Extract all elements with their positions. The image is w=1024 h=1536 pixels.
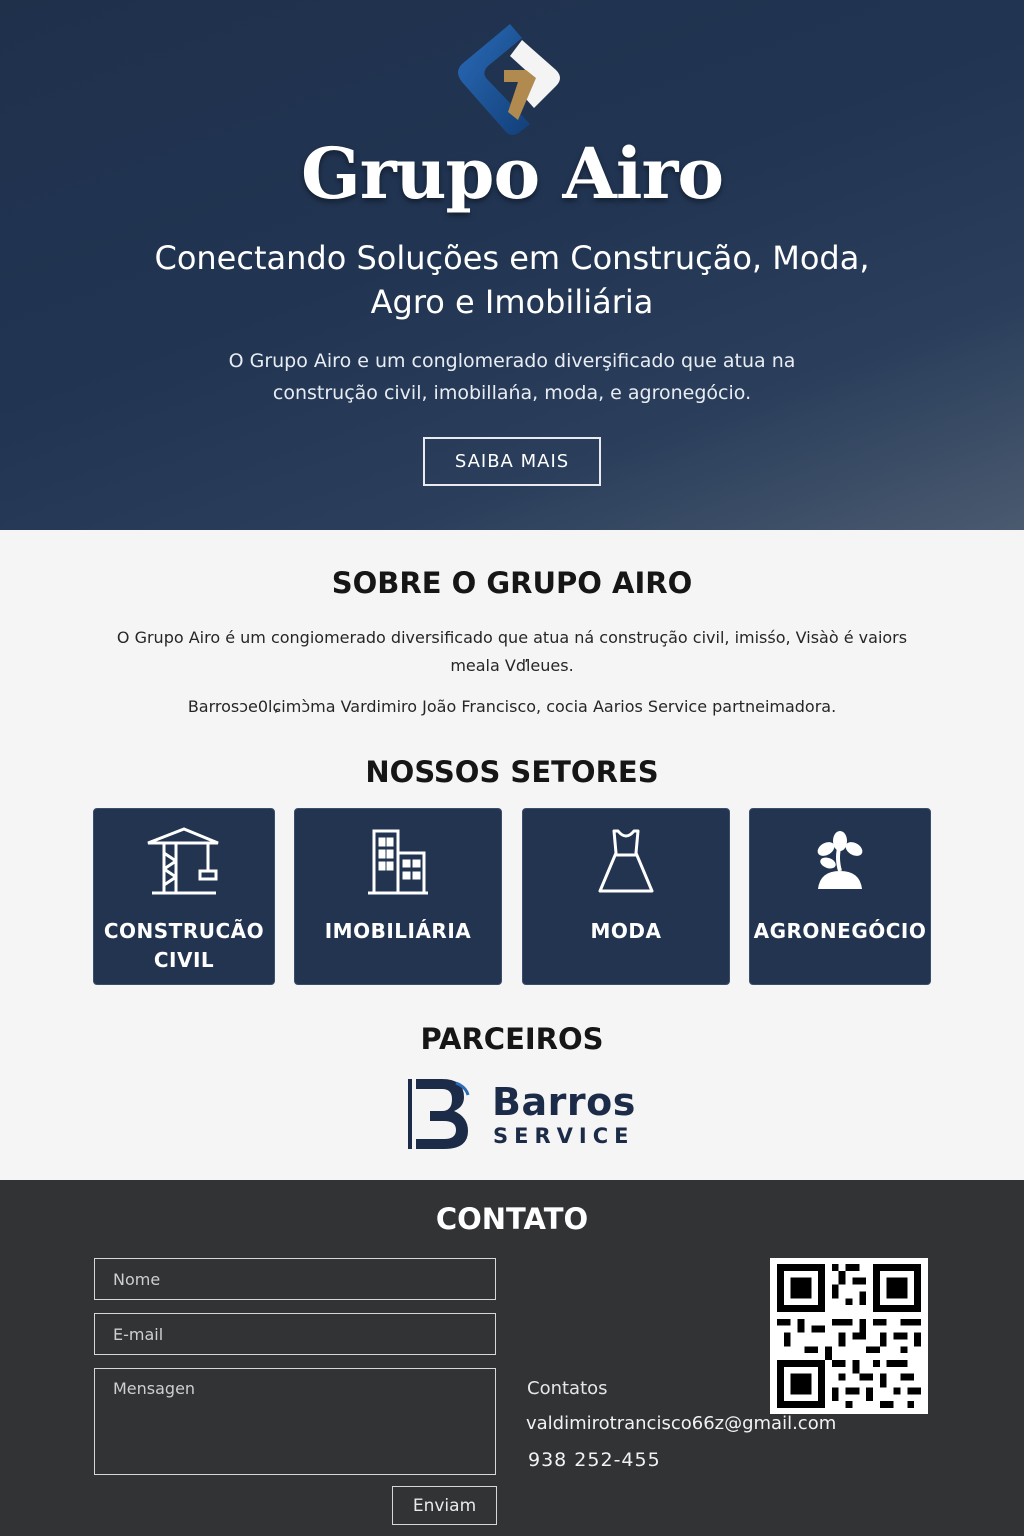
saiba-mais-button[interactable]: SAIBA MAIS <box>423 437 601 486</box>
about-paragraph: O Grupo Airo é um congiomerado diversifi… <box>116 628 908 675</box>
hero-section: Grupo Airo Conectando Soluções em Constr… <box>0 0 1024 530</box>
plant-icon <box>817 831 863 889</box>
qr-code-icon <box>770 1258 928 1414</box>
sector-card-construcao[interactable]: CONSTRUCÃO CIVIL <box>93 808 275 985</box>
about-title: SOBRE O GRUPO AIRO <box>331 566 693 600</box>
contact-section: CONTATO Enviam Contatos valdimirotrancis… <box>0 1180 1024 1536</box>
contact-phone[interactable]: 938 252-455 <box>528 1449 661 1471</box>
sector-label: CONSTRUCÃO CIVIL <box>103 919 265 972</box>
sector-card-imobiliaria[interactable]: IMOBILIÁRIA <box>294 808 502 985</box>
barros-b-logo-icon[interactable] <box>404 1075 474 1153</box>
sector-label: AGRONEGÓCIO <box>753 919 927 943</box>
email-field[interactable] <box>94 1313 496 1355</box>
send-button[interactable]: Enviam <box>392 1486 497 1525</box>
sector-label: IMOBILIÁRIA <box>324 919 472 943</box>
sector-label: MODA <box>590 919 662 943</box>
building-icon <box>368 829 428 895</box>
about-partners-paragraph: Barrosɔe0lɕimɔ̀ma Vardimiro João Francis… <box>187 697 837 716</box>
partner-logo-name: Barros <box>492 1080 636 1124</box>
dress-icon <box>598 829 654 893</box>
sector-card-moda[interactable]: MODA <box>522 808 730 985</box>
partners-title: PARCEIROS <box>420 1022 604 1056</box>
sector-card-agronegocio[interactable]: AGRONEGÓCIO <box>749 808 931 985</box>
sectors-title: NOSSOS SETORES <box>365 755 659 789</box>
contact-email[interactable]: valdimirotrancisco66z@gmail.com <box>526 1413 836 1434</box>
hero-description: O Grupo Airo e um conglomerado diverşifi… <box>228 350 796 404</box>
name-field[interactable] <box>94 1258 496 1300</box>
brand-title: Grupo Airo <box>300 132 724 215</box>
partner-logo-subtitle: SERVICE <box>493 1124 635 1148</box>
hero-tagline: Conectando Soluções em Construção, Moda,… <box>154 239 870 321</box>
grupo-airo-logo-icon <box>458 24 560 135</box>
contact-title: CONTATO <box>435 1202 589 1236</box>
message-field[interactable] <box>94 1368 496 1475</box>
contacts-label: Contatos <box>527 1378 608 1399</box>
crane-icon <box>147 827 219 895</box>
